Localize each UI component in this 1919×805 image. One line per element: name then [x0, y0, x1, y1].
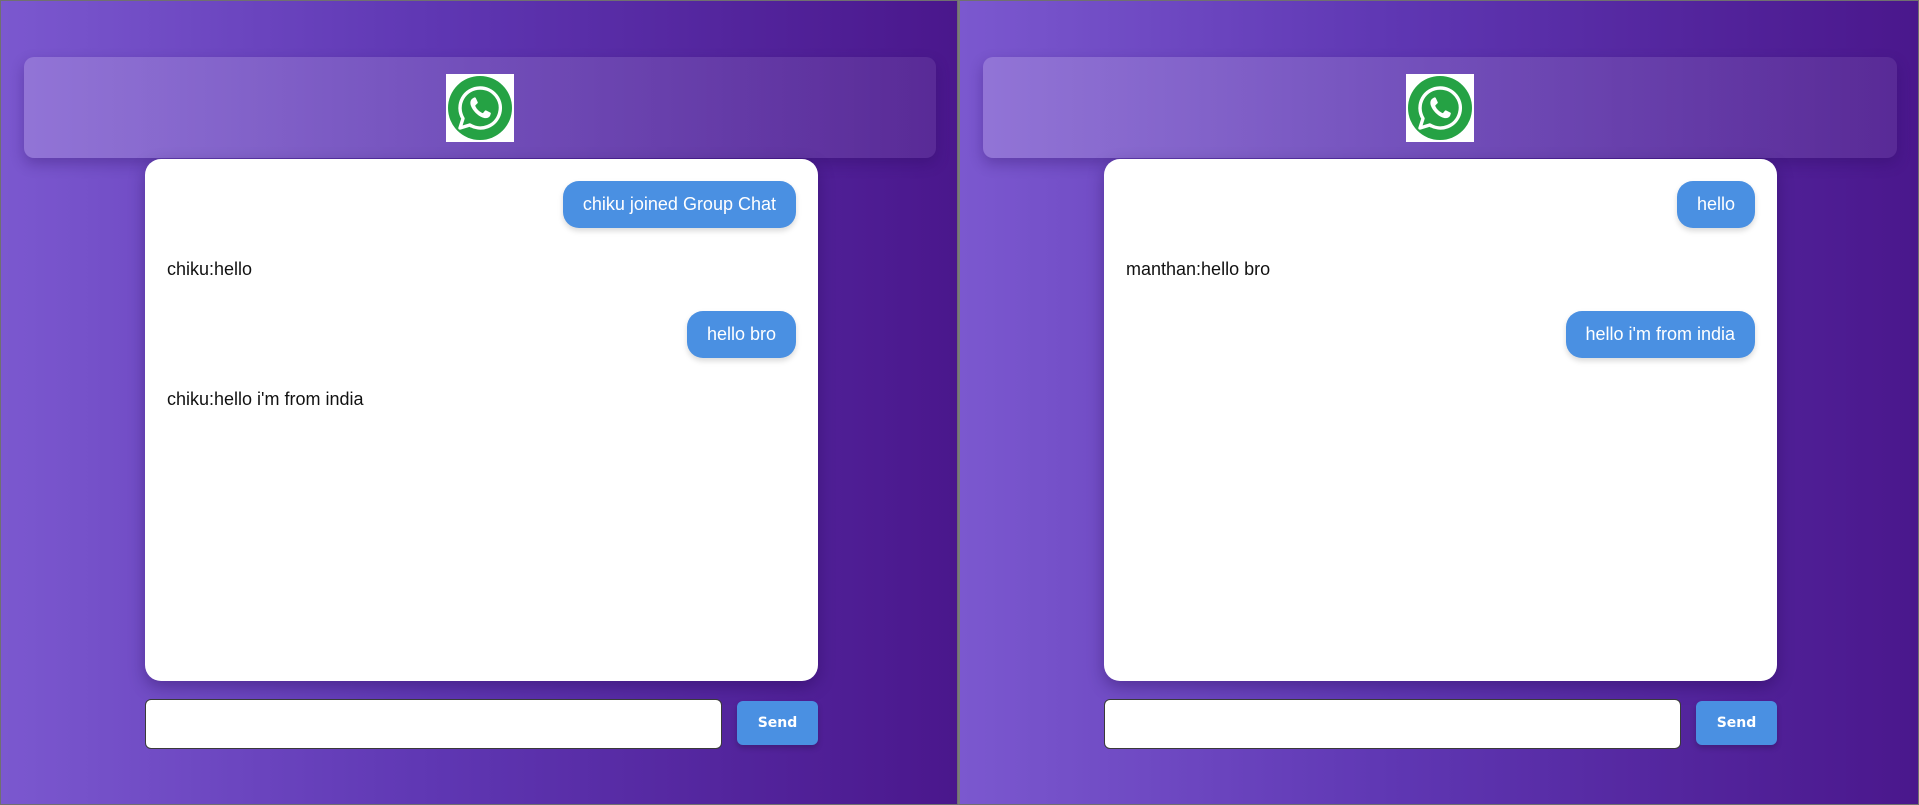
message-input[interactable] [1104, 699, 1681, 749]
message-composer: Send [145, 699, 818, 749]
whatsapp-icon [448, 75, 512, 140]
send-button[interactable]: Send [737, 701, 818, 745]
split-screen: chiku joined Group Chat chiku:hello hell… [0, 0, 1919, 805]
send-button[interactable]: Send [1696, 701, 1777, 745]
whatsapp-logo [1406, 73, 1474, 142]
sent-bubble: hello [1676, 181, 1755, 228]
sent-bubble: chiku joined Group Chat [562, 181, 796, 228]
sent-message: hello [1126, 181, 1755, 228]
chat-window-left: chiku joined Group Chat chiku:hello hell… [0, 0, 958, 805]
whatsapp-icon [1408, 75, 1472, 140]
message-list[interactable]: chiku joined Group Chat chiku:hello hell… [145, 159, 818, 681]
sent-message: chiku joined Group Chat [167, 181, 796, 228]
whatsapp-logo [446, 73, 514, 142]
sent-message: hello bro [167, 311, 796, 358]
chat-header [24, 57, 936, 158]
sent-bubble: hello i'm from india [1565, 311, 1755, 358]
chat-window-right: hello manthan:hello bro hello i'm from i… [958, 0, 1919, 805]
sent-bubble: hello bro [686, 311, 796, 358]
received-message: manthan:hello bro [1126, 259, 1271, 279]
message-input[interactable] [145, 699, 722, 749]
received-message: chiku:hello i'm from india [167, 389, 364, 409]
message-list[interactable]: hello manthan:hello bro hello i'm from i… [1104, 159, 1777, 681]
received-message: chiku:hello [167, 259, 253, 279]
message-composer: Send [1104, 699, 1777, 749]
sent-message: hello i'm from india [1126, 311, 1755, 358]
chat-header [983, 57, 1897, 158]
